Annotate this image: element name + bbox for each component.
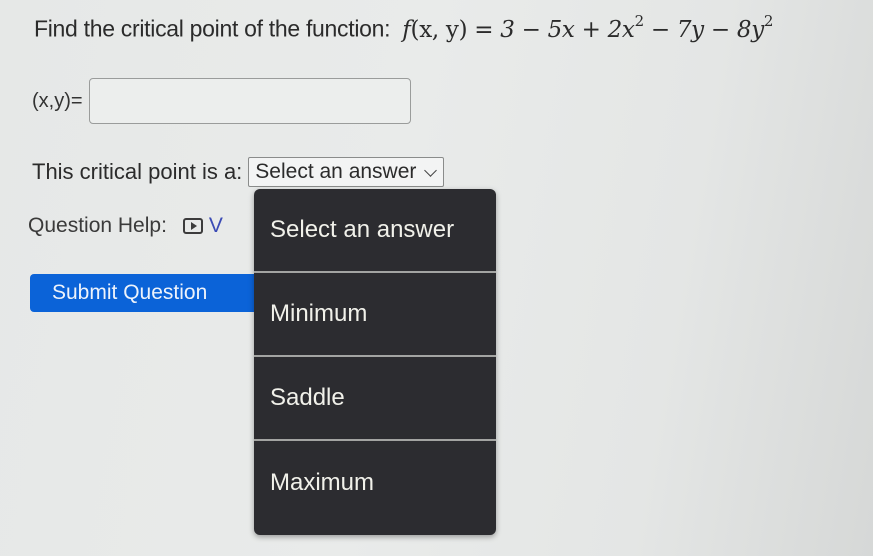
exponent-1: 2 xyxy=(634,12,645,30)
expression-term-1: 3 − 5x + 2x xyxy=(500,16,635,43)
critical-point-type-dropdown: Select an answer Minimum Saddle Maximum xyxy=(254,189,496,535)
function-expression: f(x, y) = 3 − 5x + 2x2 − 7y − 8y2 xyxy=(402,12,773,43)
classification-label: This critical point is a: xyxy=(32,159,243,184)
question-help-label: Question Help: xyxy=(28,214,167,237)
exponent-2: 2 xyxy=(763,12,774,30)
dropdown-option-select-an-answer[interactable]: Select an answer xyxy=(254,189,496,273)
submit-question-button[interactable]: Submit Question xyxy=(30,274,270,312)
equals-sign: = xyxy=(474,16,494,43)
dropdown-option-saddle[interactable]: Saddle xyxy=(254,357,496,441)
expression-term-2: − 7y − 8y xyxy=(643,16,764,43)
answer-row: (x,y)= xyxy=(32,78,411,124)
option-label: Select an answer xyxy=(270,216,455,243)
option-label: Maximum xyxy=(270,469,375,496)
dropdown-option-maximum[interactable]: Maximum xyxy=(254,441,496,525)
question-help: Question Help: V xyxy=(28,214,223,238)
option-label: Saddle xyxy=(270,384,345,411)
video-help-link[interactable]: V xyxy=(209,214,223,238)
function-args: (x, y) xyxy=(410,16,468,43)
question-prompt: Find the critical point of the function:… xyxy=(34,12,773,43)
classification-row: This critical point is a: Select an answ… xyxy=(32,157,445,187)
video-icon[interactable] xyxy=(182,218,203,234)
function-name: f xyxy=(402,16,411,43)
select-value: Select an answer xyxy=(255,160,417,183)
option-label: Minimum xyxy=(270,300,368,327)
critical-point-input[interactable] xyxy=(88,78,411,124)
chevron-down-icon xyxy=(424,163,438,177)
answer-label: (x,y)= xyxy=(32,89,83,112)
critical-point-type-select[interactable]: Select an answer xyxy=(248,157,445,187)
dropdown-option-minimum[interactable]: Minimum xyxy=(254,273,496,357)
question-text: Find the critical point of the function: xyxy=(34,15,391,42)
